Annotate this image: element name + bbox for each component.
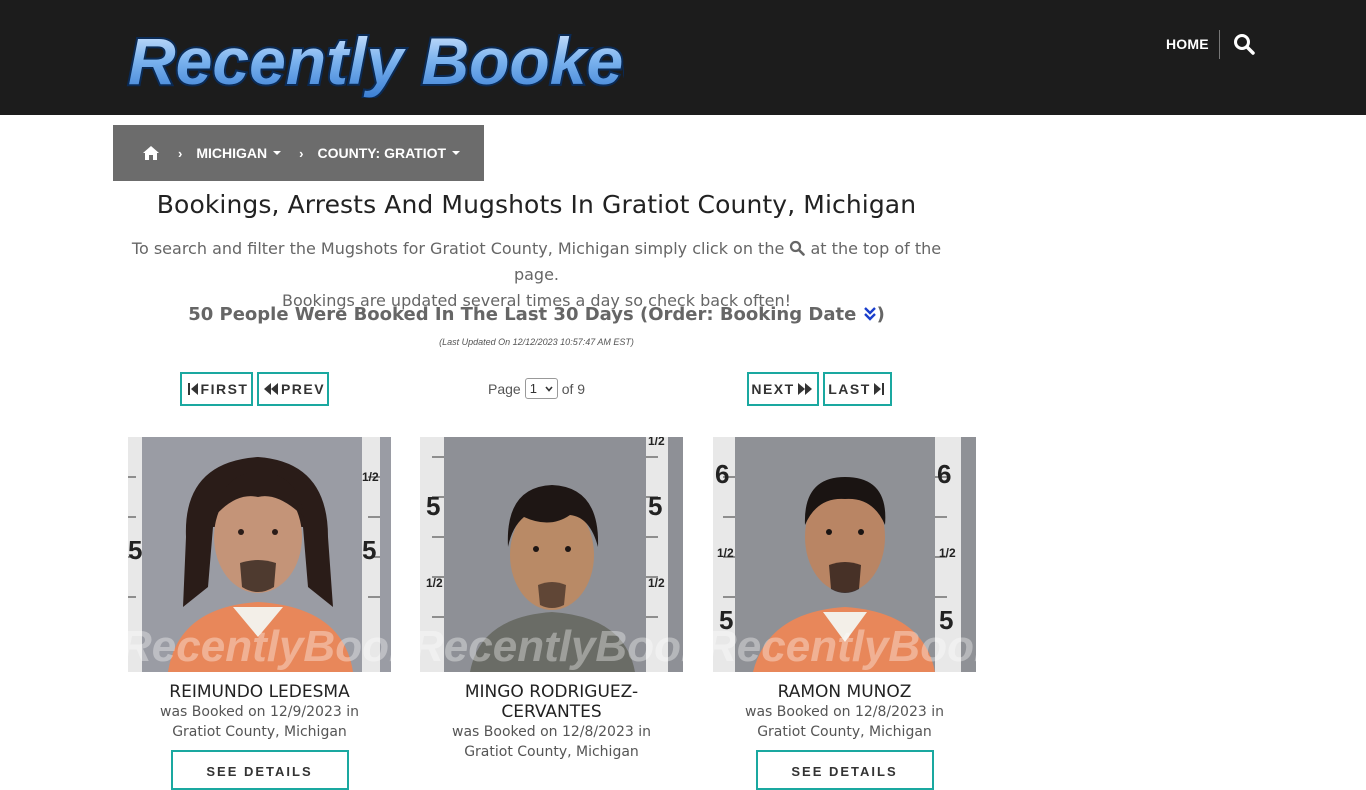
svg-text:RecentlyBooked.com: RecentlyBooked.com [420, 622, 683, 671]
mugshot-photo[interactable]: 6 6 1/2 1/2 5 5 RecentlyBooked.com [713, 437, 976, 672]
svg-text:5: 5 [426, 491, 440, 521]
next-page-button[interactable]: NEXT [747, 372, 819, 406]
booking-date-text: was Booked on 12/8/2023 in [452, 724, 651, 740]
svg-text:Recently Booked: Recently Booked [128, 24, 624, 98]
step-backward-icon [187, 383, 198, 395]
booking-card[interactable]: 6 6 1/2 1/2 5 5 RecentlyBooked.com RAMON… [713, 437, 976, 790]
site-logo[interactable]: Recently Booked Recently Booked [124, 14, 624, 98]
first-page-button[interactable]: FIRST [180, 372, 253, 406]
booking-card[interactable]: 1/2 5 5 RecentlyBooked.com REIMUNDO LEDE… [128, 437, 391, 790]
svg-text:5: 5 [362, 535, 376, 565]
breadcrumb-county-dropdown[interactable]: COUNTY: GRATIOT [317, 145, 461, 161]
chevron-right-icon: › [178, 145, 183, 161]
svg-text:1/2: 1/2 [426, 576, 443, 590]
double-chevron-down-icon[interactable] [863, 306, 877, 322]
chevron-down-icon [545, 386, 553, 392]
forward-icon [797, 383, 812, 395]
svg-text:1/2: 1/2 [939, 546, 956, 560]
booking-location-text: Gratiot County, Michigan [464, 744, 639, 760]
search-icon [789, 238, 806, 256]
svg-text:6: 6 [715, 459, 729, 489]
intro-text: To search and filter the Mugshots for Gr… [131, 238, 942, 310]
svg-text:1/2: 1/2 [717, 546, 734, 560]
see-details-button[interactable]: SEE DETAILS [755, 750, 934, 790]
page-select[interactable]: 1 [524, 378, 558, 399]
booking-location-text: Gratiot County, Michigan [172, 724, 347, 740]
last-updated: (Last Updated On 12/12/2023 10:57:47 AM … [439, 337, 634, 347]
booking-location-text: Gratiot County, Michigan [757, 724, 932, 740]
last-page-button[interactable]: LAST [823, 372, 892, 406]
page-selector: Page 1 of 9 [488, 378, 585, 399]
caret-down-icon [273, 151, 282, 155]
nav-divider [1219, 30, 1220, 59]
inmate-name[interactable]: RAMON MUNOZ [713, 682, 976, 702]
step-forward-icon [873, 383, 884, 395]
booking-card[interactable]: 5 5 1/2 1/2 1/2 RecentlyBooked.com MINGO… [420, 437, 683, 762]
breadcrumb: › MICHIGAN › COUNTY: GRATIOT [113, 125, 484, 181]
inmate-name[interactable]: REIMUNDO LEDESMA [128, 682, 391, 702]
mugshot-photo[interactable]: 1/2 5 5 RecentlyBooked.com [128, 437, 391, 672]
mugshot-photo[interactable]: 5 5 1/2 1/2 1/2 RecentlyBooked.com [420, 437, 683, 672]
svg-text:5: 5 [648, 491, 662, 521]
svg-text:5: 5 [128, 535, 142, 565]
home-icon[interactable] [142, 145, 160, 161]
site-header: Recently Booked Recently Booked HOME [0, 0, 1366, 115]
svg-text:1/2: 1/2 [362, 470, 379, 484]
page-title: Bookings, Arrests And Mugshots In Gratio… [156, 190, 917, 219]
caret-down-icon [452, 151, 461, 155]
svg-text:RecentlyBooked.com: RecentlyBooked.com [128, 622, 391, 671]
inmate-name[interactable]: MINGO RODRIGUEZ-CERVANTES [420, 682, 683, 722]
search-icon[interactable] [1233, 33, 1255, 55]
see-details-button[interactable]: SEE DETAILS [170, 750, 349, 790]
breadcrumb-state-dropdown[interactable]: MICHIGAN [196, 145, 282, 161]
svg-text:6: 6 [937, 459, 951, 489]
chevron-right-icon: › [299, 145, 304, 161]
booking-count: 50 People Were Booked In The Last 30 Day… [188, 304, 885, 325]
svg-text:1/2: 1/2 [648, 576, 665, 590]
booking-date-text: was Booked on 12/8/2023 in [745, 704, 944, 720]
prev-page-button[interactable]: PREV [257, 372, 329, 406]
backward-icon [263, 383, 278, 395]
booking-date-text: was Booked on 12/9/2023 in [160, 704, 359, 720]
nav-home-link[interactable]: HOME [1166, 36, 1209, 52]
svg-text:RecentlyBooked.com: RecentlyBooked.com [713, 622, 976, 671]
svg-text:1/2: 1/2 [648, 437, 665, 448]
